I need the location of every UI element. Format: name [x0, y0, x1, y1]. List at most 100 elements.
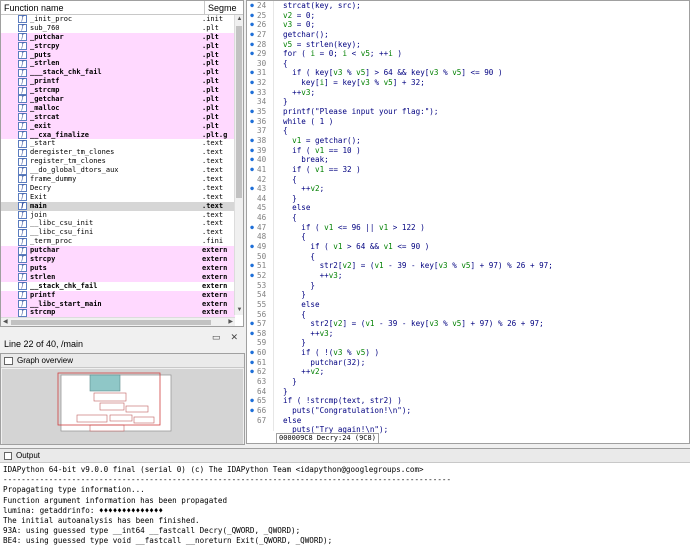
breakpoint-dot-icon[interactable]: ●	[247, 1, 257, 11]
breakpoint-dot-icon[interactable]: ●	[247, 329, 257, 339]
code-line[interactable]: ● 33 ++v3;	[247, 88, 689, 98]
code-line[interactable]: ● 51 str2[v2] = (v1 - 39 - key[v3 % v5] +…	[247, 261, 689, 271]
code-line[interactable]: 54 }	[247, 290, 689, 300]
code-line[interactable]: ● 60 if ( !(v3 % v5) )	[247, 348, 689, 358]
function-row[interactable]: f _strlen .plt	[1, 59, 235, 69]
function-row[interactable]: f putchar extern	[1, 246, 235, 256]
code-line[interactable]: 50 {	[247, 252, 689, 262]
breakpoint-dot-icon[interactable]: ●	[247, 136, 257, 146]
code-line[interactable]: ● 57 str2[v2] = (v1 - 39 - key[v3 % v5] +…	[247, 319, 689, 329]
function-row[interactable]: f __libc_start_main extern	[1, 299, 235, 309]
breakpoint-dot-icon[interactable]: ●	[247, 88, 257, 98]
function-row[interactable]: f main .text	[1, 201, 235, 211]
code-line[interactable]: ● 58 ++v3;	[247, 329, 689, 339]
code-line[interactable]: ● 36 while ( 1 )	[247, 117, 689, 127]
breakpoint-dot-icon[interactable]: ●	[247, 396, 257, 406]
code-line[interactable]: 30 {	[247, 59, 689, 69]
graph-thumbnail[interactable]	[2, 369, 243, 444]
function-row[interactable]: f Decry .text	[1, 184, 235, 193]
code-line[interactable]: 55 else	[247, 300, 689, 310]
breakpoint-dot-icon[interactable]: ●	[247, 20, 257, 30]
code-line[interactable]: ● 52 ++v3;	[247, 271, 689, 281]
breakpoint-dot-icon[interactable]: ●	[247, 78, 257, 88]
code-line[interactable]: 59 }	[247, 338, 689, 348]
function-row[interactable]: f _exit .plt	[1, 121, 235, 131]
function-row[interactable]: f __stack_chk_fail extern	[1, 282, 235, 291]
breakpoint-dot-icon[interactable]: ●	[247, 271, 257, 281]
breakpoint-dot-icon[interactable]: ●	[247, 155, 257, 165]
breakpoint-dot-icon[interactable]: ●	[247, 406, 257, 416]
code-line[interactable]: 67 else	[247, 416, 689, 426]
breakpoint-dot-icon[interactable]: ●	[247, 49, 257, 59]
breakpoint-dot-icon[interactable]: ●	[247, 223, 257, 233]
code-line[interactable]: 45 else	[247, 203, 689, 213]
column-header-function-name[interactable]: Function name	[1, 1, 205, 14]
function-row[interactable]: f __cxa_finalize .plt.g	[1, 130, 235, 140]
code-line[interactable]: ● 31 if ( key[v3 % v5] > 64 && key[v3 % v…	[247, 68, 689, 78]
functions-vertical-scrollbar[interactable]: ▲ ▼	[234, 15, 243, 315]
code-line[interactable]: 64}	[247, 387, 689, 397]
code-line[interactable]: ● 25 v2 = 0;	[247, 11, 689, 21]
code-line[interactable]: 48 {	[247, 232, 689, 242]
breakpoint-dot-icon[interactable]: ●	[247, 11, 257, 21]
function-row[interactable]: f join .text	[1, 211, 235, 220]
function-row[interactable]: f sub_760 .plt	[1, 24, 235, 33]
code-line[interactable]: ● 66 puts("Congratulation!\n");	[247, 406, 689, 416]
function-row[interactable]: f __libc_csu_fini .text	[1, 228, 235, 237]
graph-overview-canvas[interactable]	[2, 369, 243, 444]
scroll-right-arrow-icon[interactable]: ▶	[228, 318, 233, 326]
breakpoint-dot-icon[interactable]: ●	[247, 165, 257, 175]
code-line[interactable]: ● 40 break;	[247, 155, 689, 165]
code-line[interactable]: ● 41 if ( v1 == 32 )	[247, 165, 689, 175]
output-log[interactable]: IDAPython 64-bit v9.0.0 final (serial 0)…	[3, 465, 688, 545]
breakpoint-dot-icon[interactable]: ●	[247, 184, 257, 194]
function-row[interactable]: f Exit .text	[1, 193, 235, 202]
function-row[interactable]: f printf extern	[1, 290, 235, 300]
code-line[interactable]: 46 {	[247, 213, 689, 223]
function-row[interactable]: f _getchar .plt	[1, 95, 235, 104]
function-row[interactable]: f _puts .plt	[1, 50, 235, 60]
scroll-up-arrow-icon[interactable]: ▲	[235, 15, 243, 24]
function-row[interactable]: f _strcpy .plt	[1, 41, 235, 51]
function-row[interactable]: f _printf .plt	[1, 77, 235, 87]
breakpoint-dot-icon[interactable]: ●	[247, 367, 257, 377]
breakpoint-dot-icon[interactable]: ●	[247, 358, 257, 368]
pseudocode-lines[interactable]: ● 24 strcat(key, src); ● 25 v2 = 0; ● 26 v3 = 0;…	[247, 1, 689, 434]
code-line[interactable]: ● 47 if ( v1 <= 96 || v1 > 122 )	[247, 223, 689, 233]
code-line[interactable]: ● 28 v5 = strlen(key);	[247, 40, 689, 50]
function-row[interactable]: f __libc_csu_init .text	[1, 219, 235, 228]
function-row[interactable]: f _strcmp .plt	[1, 86, 235, 96]
function-row[interactable]: f strcmp extern	[1, 308, 235, 318]
scroll-left-arrow-icon[interactable]: ◀	[3, 318, 8, 326]
breakpoint-dot-icon[interactable]: ●	[247, 30, 257, 40]
function-row[interactable]: f _putchar .plt	[1, 32, 235, 42]
code-line[interactable]: 42 {	[247, 175, 689, 185]
function-row[interactable]: f _term_proc .fini	[1, 237, 235, 246]
code-line[interactable]: 56 {	[247, 310, 689, 320]
code-line[interactable]: ● 39 if ( v1 == 10 )	[247, 146, 689, 156]
code-line[interactable]: ● 32 key[i] = key[v3 % v5] + 32;	[247, 78, 689, 88]
functions-horizontal-scrollbar[interactable]: ◀ ▶	[1, 317, 235, 326]
breakpoint-dot-icon[interactable]: ●	[247, 261, 257, 271]
scrollbar-thumb[interactable]	[236, 26, 242, 198]
column-header-segment[interactable]: Segme	[205, 1, 237, 14]
function-row[interactable]: f frame_dummy .text	[1, 175, 235, 184]
code-line[interactable]: ● 24 strcat(key, src);	[247, 1, 689, 11]
function-row[interactable]: f ___stack_chk_fail .plt	[1, 68, 235, 78]
breakpoint-dot-icon[interactable]: ●	[247, 68, 257, 78]
code-line[interactable]: ● 62 ++v2;	[247, 367, 689, 377]
code-line[interactable]: 53 }	[247, 281, 689, 291]
breakpoint-dot-icon[interactable]: ●	[247, 146, 257, 156]
pin-icon[interactable]: ▭	[212, 332, 221, 343]
close-icon[interactable]: ✕	[230, 332, 238, 343]
breakpoint-dot-icon[interactable]: ●	[247, 107, 257, 117]
code-line[interactable]: ● 29 for ( i = 0; i < v5; ++i )	[247, 49, 689, 59]
code-line[interactable]: 63 }	[247, 377, 689, 387]
code-line[interactable]: 34}	[247, 97, 689, 107]
code-line[interactable]: 37 {	[247, 126, 689, 136]
breakpoint-dot-icon[interactable]: ●	[247, 242, 257, 252]
breakpoint-dot-icon[interactable]: ●	[247, 319, 257, 329]
function-row[interactable]: f _malloc .plt	[1, 103, 235, 113]
breakpoint-dot-icon[interactable]: ●	[247, 348, 257, 358]
code-line[interactable]: ● 26 v3 = 0;	[247, 20, 689, 30]
